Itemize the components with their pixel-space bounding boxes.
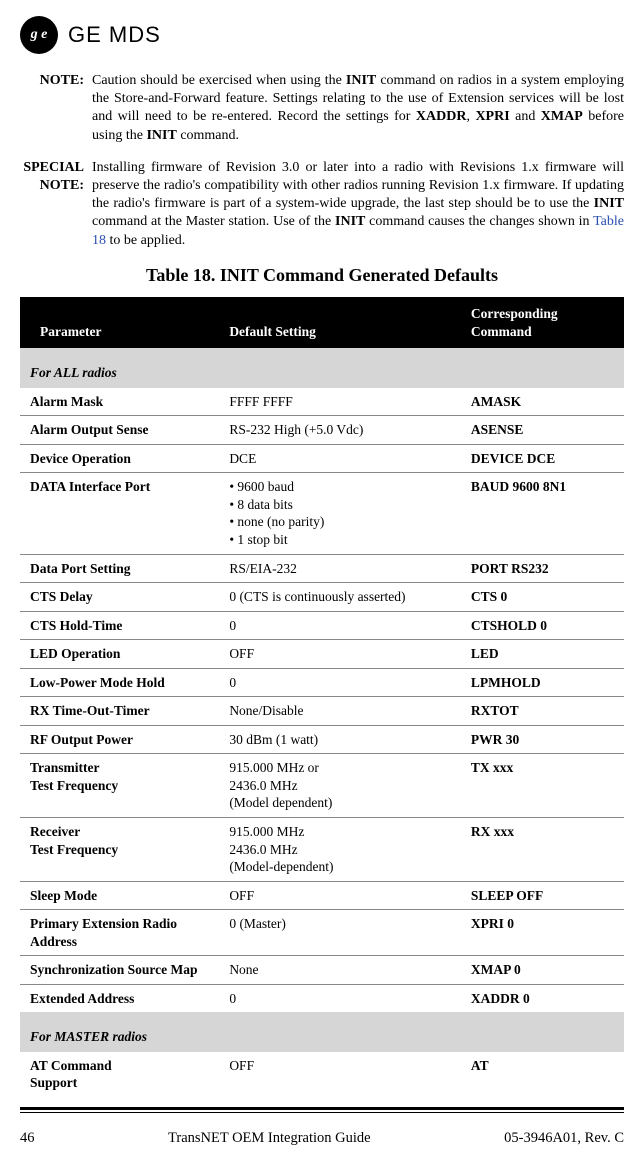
table-row: Alarm Output SenseRS-232 High (+5.0 Vdc)… xyxy=(20,416,624,445)
cell-parameter: Alarm Mask xyxy=(20,388,219,416)
note-2-label: SPECIAL NOTE: xyxy=(20,159,84,250)
cell-parameter: Alarm Output Sense xyxy=(20,416,219,445)
table-row: RX Time-Out-TimerNone/DisableRXTOT xyxy=(20,697,624,726)
cell-parameter: Transmitter Test Frequency xyxy=(20,754,219,818)
cell-default: RS-232 High (+5.0 Vdc) xyxy=(219,416,461,445)
cell-parameter: Extended Address xyxy=(20,984,219,1012)
table-section: For ALL radios xyxy=(20,348,624,388)
cell-default: 915.000 MHz or 2436.0 MHz (Model depende… xyxy=(219,754,461,818)
cell-command: CTSHOLD 0 xyxy=(461,611,624,640)
cell-default: None xyxy=(219,956,461,985)
cell-command: LPMHOLD xyxy=(461,668,624,697)
note-2: SPECIAL NOTE: Installing firmware of Rev… xyxy=(20,159,624,250)
cell-parameter: Data Port Setting xyxy=(20,554,219,583)
cell-default: DCE xyxy=(219,444,461,473)
cell-default: • 9600 baud • 8 data bits • none (no par… xyxy=(219,473,461,554)
cell-default: OFF xyxy=(219,1052,461,1097)
table-row: Data Port SettingRS/EIA-232PORT RS232 xyxy=(20,554,624,583)
cell-parameter: Sleep Mode xyxy=(20,881,219,910)
cell-parameter: Device Operation xyxy=(20,444,219,473)
cell-default: 0 xyxy=(219,984,461,1012)
cell-command: PWR 30 xyxy=(461,725,624,754)
cell-command: XADDR 0 xyxy=(461,984,624,1012)
cell-default: None/Disable xyxy=(219,697,461,726)
table-row: Transmitter Test Frequency915.000 MHz or… xyxy=(20,754,624,818)
cell-default: OFF xyxy=(219,881,461,910)
table-row: CTS Hold-Time0CTSHOLD 0 xyxy=(20,611,624,640)
cell-command: ASENSE xyxy=(461,416,624,445)
cell-default: 0 xyxy=(219,611,461,640)
col-command: Corresponding Command xyxy=(461,297,624,348)
footer-docnum: 05-3946A01, Rev. C xyxy=(504,1129,624,1148)
note-1-label: NOTE: xyxy=(20,72,84,145)
cell-command: SLEEP OFF xyxy=(461,881,624,910)
cell-default: OFF xyxy=(219,640,461,669)
note-2-body: Installing firmware of Revision 3.0 or l… xyxy=(92,159,624,250)
table-row: Alarm MaskFFFF FFFFAMASK xyxy=(20,388,624,416)
cell-default: FFFF FFFF xyxy=(219,388,461,416)
cell-command: RXTOT xyxy=(461,697,624,726)
cell-parameter: RX Time-Out-Timer xyxy=(20,697,219,726)
cell-command: RX xxx xyxy=(461,818,624,882)
table-row: Device OperationDCEDEVICE DCE xyxy=(20,444,624,473)
cell-command: XMAP 0 xyxy=(461,956,624,985)
table-title: Table 18. INIT Command Generated Default… xyxy=(20,264,624,287)
table-row: Low-Power Mode Hold0LPMHOLD xyxy=(20,668,624,697)
table-row: Synchronization Source MapNoneXMAP 0 xyxy=(20,956,624,985)
cell-parameter: Synchronization Source Map xyxy=(20,956,219,985)
cell-command: AT xyxy=(461,1052,624,1097)
footer-page: 46 xyxy=(20,1129,35,1148)
cell-default: RS/EIA-232 xyxy=(219,554,461,583)
cell-default: 0 xyxy=(219,668,461,697)
page-footer: 46 TransNET OEM Integration Guide 05-394… xyxy=(20,1125,624,1148)
table-row: Receiver Test Frequency915.000 MHz 2436.… xyxy=(20,818,624,882)
cell-command: DEVICE DCE xyxy=(461,444,624,473)
cell-command: AMASK xyxy=(461,388,624,416)
footer-rules xyxy=(20,1107,624,1113)
cell-parameter: Receiver Test Frequency xyxy=(20,818,219,882)
cell-default: 0 (Master) xyxy=(219,910,461,956)
cell-parameter: Low-Power Mode Hold xyxy=(20,668,219,697)
table-row: AT Command SupportOFFAT xyxy=(20,1052,624,1097)
cell-default: 0 (CTS is continuously asserted) xyxy=(219,583,461,612)
cell-command: LED xyxy=(461,640,624,669)
footer-title: TransNET OEM Integration Guide xyxy=(168,1129,371,1148)
table-row: RF Output Power30 dBm (1 watt)PWR 30 xyxy=(20,725,624,754)
col-default: Default Setting xyxy=(219,297,461,348)
cell-command: BAUD 9600 8N1 xyxy=(461,473,624,554)
cell-default: 915.000 MHz 2436.0 MHz (Model-dependent) xyxy=(219,818,461,882)
col-parameter: Parameter xyxy=(20,297,219,348)
cell-parameter: CTS Delay xyxy=(20,583,219,612)
cell-parameter: DATA Interface Port xyxy=(20,473,219,554)
table-section: For MASTER radios xyxy=(20,1012,624,1052)
cell-command: CTS 0 xyxy=(461,583,624,612)
cell-parameter: AT Command Support xyxy=(20,1052,219,1097)
cell-default: 30 dBm (1 watt) xyxy=(219,725,461,754)
cell-command: XPRI 0 xyxy=(461,910,624,956)
cell-parameter: Primary Extension Radio Address xyxy=(20,910,219,956)
cell-parameter: LED Operation xyxy=(20,640,219,669)
note-1-body: Caution should be exercised when using t… xyxy=(92,72,624,145)
brand-text: GE MDS xyxy=(68,21,161,50)
brand-header: g e GE MDS xyxy=(20,16,624,54)
ge-monogram-icon: g e xyxy=(20,16,58,54)
cell-command: PORT RS232 xyxy=(461,554,624,583)
table-row: DATA Interface Port• 9600 baud • 8 data … xyxy=(20,473,624,554)
table-row: Sleep ModeOFFSLEEP OFF xyxy=(20,881,624,910)
cell-command: TX xxx xyxy=(461,754,624,818)
table-row: LED OperationOFFLED xyxy=(20,640,624,669)
cell-parameter: CTS Hold-Time xyxy=(20,611,219,640)
note-1: NOTE: Caution should be exercised when u… xyxy=(20,72,624,145)
defaults-table: Parameter Default Setting Corresponding … xyxy=(20,297,624,1097)
table-row: CTS Delay0 (CTS is continuously asserted… xyxy=(20,583,624,612)
cell-parameter: RF Output Power xyxy=(20,725,219,754)
table-row: Extended Address0XADDR 0 xyxy=(20,984,624,1012)
table-row: Primary Extension Radio Address0 (Master… xyxy=(20,910,624,956)
